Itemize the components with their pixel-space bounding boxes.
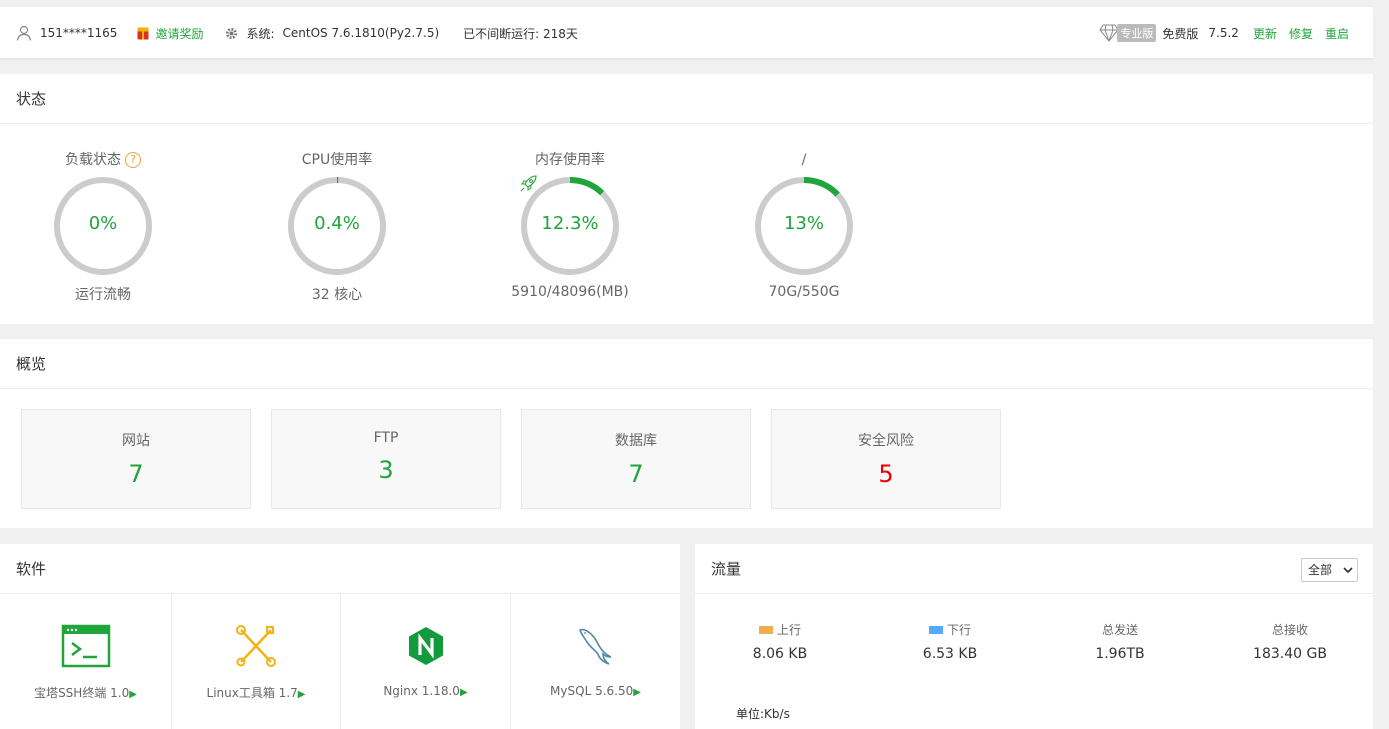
stat-value: 8.06 KB [752,646,808,662]
status-panel: 状态 负载状态 ? 0% 运行流畅 CPU使用率 0.4% 32 核心 内存使用… [0,74,1373,324]
restart-button[interactable]: 重启 [1325,25,1349,42]
system-value: CentOS 7.6.1810(Py2.7.5) [282,26,440,40]
select-value: 全部 [1308,563,1333,577]
pro-edition-badge[interactable]: 专业版 [1117,24,1157,42]
stat-label: 上行 [776,623,801,637]
gauge-title: 内存使用率 [535,152,605,168]
repair-button[interactable]: 修复 [1289,25,1313,42]
status-title: 状态 [0,74,1373,124]
websites-card[interactable]: 网站 7 [21,409,251,509]
card-value: 5 [878,460,894,488]
total-sent-stat: 总发送 1.96TB [1035,621,1205,662]
stat-label: 总接收 [1271,623,1308,637]
gauge-value: 0% [88,213,118,234]
download-stat: 下行 6.53 KB [865,621,1035,662]
card-label: 数据库 [615,433,657,449]
card-label: FTP [373,430,399,446]
upload-stat: 上行 8.06 KB [695,621,865,662]
software-item-nginx[interactable]: Nginx 1.18.0▶ [341,594,511,729]
card-value: 7 [128,460,144,488]
cpu-gauge[interactable]: CPU使用率 0.4% 32 核心 [237,150,437,304]
update-button[interactable]: 更新 [1253,25,1277,42]
software-label: 宝塔SSH终端 1.0 [34,686,130,700]
edition-label: 免费版 [1162,26,1199,41]
gauge-subtitle: 运行流畅 [75,287,131,303]
tools-icon [236,625,276,667]
database-card[interactable]: 数据库 7 [521,409,751,509]
stat-value: 6.53 KB [922,646,978,662]
gauge-ring: 13% [752,174,856,278]
ftp-card[interactable]: FTP 3 [271,409,501,509]
software-title: 软件 [0,544,680,594]
software-item-mysql[interactable]: MySQL 5.6.50▶ [511,594,680,729]
security-risk-card[interactable]: 安全风险 5 [771,409,1001,509]
software-panel: 软件 宝塔SSH终端 1.0▶ Linux工具箱 1.7▶ Nginx 1.18… [0,544,680,729]
gauge-value: 0.4% [314,213,360,234]
play-icon[interactable]: ▶ [298,689,306,700]
traffic-title: 流量 [695,544,1373,594]
download-legend-swatch [928,625,943,634]
stat-label: 总发送 [1101,623,1138,637]
terminal-icon [61,624,110,668]
top-bar-right: 专业版 免费版 7.5.2 更新 修复 重启 [1099,7,1349,59]
card-value: 3 [378,456,394,484]
card-value: 7 [628,460,644,488]
uptime-text: 已不间断运行: 218天 [463,26,578,41]
software-label: Linux工具箱 1.7 [206,686,298,700]
help-icon[interactable]: ? [125,152,141,168]
overview-panel: 概览 网站 7 FTP 3 数据库 7 安全风险 5 [0,339,1373,528]
total-received-stat: 总接收 183.40 GB [1205,621,1375,662]
upload-legend-swatch [758,625,773,634]
stat-value: 183.40 GB [1253,646,1327,662]
play-icon[interactable]: ▶ [129,689,137,700]
gauge-subtitle: 70G/550G [768,284,840,300]
version-label: 7.5.2 [1208,26,1239,40]
gauge-ring: 12.3% [518,174,622,278]
card-label: 网站 [122,433,150,449]
account-phone[interactable]: 151****1165 [40,26,117,40]
gauge-value: 13% [783,213,824,234]
top-bar: 151****1165 邀请奖励 系统: CentOS 7.6.1810(Py2… [0,7,1373,59]
software-item-ssh-terminal[interactable]: 宝塔SSH终端 1.0▶ [0,594,172,729]
gauge-ring: 0.4% [285,174,389,278]
play-icon[interactable]: ▶ [460,687,468,698]
software-item-linux-toolbox[interactable]: Linux工具箱 1.7▶ [172,594,341,729]
load-gauge[interactable]: 负载状态 ? 0% 运行流畅 [3,150,203,304]
top-bar-left: 151****1165 邀请奖励 系统: CentOS 7.6.1810(Py2… [16,7,578,59]
gauge-title: CPU使用率 [301,152,373,168]
gift-icon [137,27,149,39]
traffic-filter-select[interactable]: 全部 [1301,558,1358,582]
gauge-ring: 0% [51,174,155,278]
system-label: 系统: [246,26,275,41]
nginx-icon [408,627,443,665]
traffic-unit-label: 单位:Kb/s [736,707,790,721]
gauge-title: 负载状态 [65,152,121,168]
software-label: Nginx 1.18.0 [383,684,460,698]
card-label: 安全风险 [858,433,914,449]
stat-label: 下行 [946,623,971,637]
memory-gauge[interactable]: 内存使用率 12.3% 5910/48096(MB) [470,150,670,300]
traffic-panel: 流量 全部 上行 8.06 KB 下行 6.53 KB 总发送 1.96TB 总… [695,544,1373,729]
gauge-title: / [801,152,807,168]
gauge-value: 12.3% [541,213,599,234]
play-icon[interactable]: ▶ [633,687,641,698]
gear-icon [226,27,238,39]
diamond-icon [1099,24,1120,42]
software-label: MySQL 5.6.50 [550,684,634,698]
user-icon [16,25,32,41]
stat-value: 1.96TB [1095,646,1145,662]
mysql-icon [578,628,611,665]
chevron-down-icon [1343,567,1353,574]
gauge-subtitle: 5910/48096(MB) [511,284,629,300]
disk-gauge[interactable]: / 13% 70G/550G [704,150,904,300]
invite-reward-link[interactable]: 邀请奖励 [155,25,203,42]
overview-title: 概览 [0,339,1373,389]
gauge-subtitle: 32 核心 [311,287,363,303]
